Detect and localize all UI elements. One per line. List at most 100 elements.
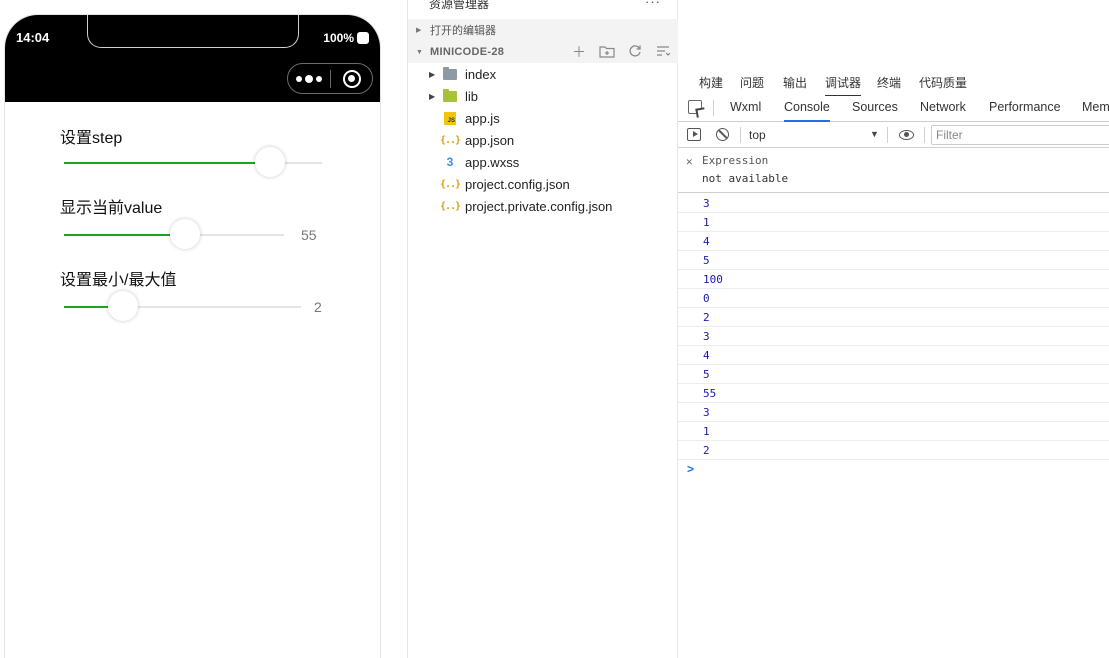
panel-tab[interactable]: 终端 [877,74,901,96]
tree-item-label: app.js [465,110,500,126]
console-log-row: 100 [678,270,1109,289]
panel-tab[interactable]: 调试器 [825,74,862,96]
tree-item-label: app.json [465,132,515,148]
panel-tab[interactable]: 构建 [699,74,723,96]
expression-value: not available [702,172,789,185]
chevron-down-icon: ▼ [416,48,423,56]
explorer-more-button[interactable]: ··· [645,0,661,9]
devtools-tab[interactable]: Mem [1082,100,1109,122]
battery-level: 100% [323,31,354,45]
console-log-row: 2 [678,441,1109,460]
slider-step[interactable] [64,147,322,177]
dot-icon [305,74,313,83]
clear-console-icon[interactable] [716,128,729,141]
new-file-button[interactable]: ＋ [570,44,588,60]
collapse-all-button[interactable] [654,44,672,60]
show-sidebar-icon[interactable] [687,128,701,141]
phone-status-bar: 14:04 100% [5,15,380,102]
toolbar-divider [924,127,925,143]
console-filter-input[interactable] [931,125,1109,145]
tree-item[interactable]: 3 app.wxss [408,151,678,173]
json-file-icon: {..} [439,134,461,146]
live-expression: ✕ Expression not available [678,149,1109,193]
mini-program-capsule [287,63,373,94]
console-log-value: 0 [703,292,710,305]
caret-down-icon[interactable]: ▼ [870,129,879,139]
status-battery: 100% [323,31,369,45]
project-toolbar: ＋ [570,44,672,60]
js-file-icon: JS [443,111,457,125]
slider-minmax-label: 2 [314,299,322,315]
console-log-row: 2 [678,308,1109,327]
console-log-value: 1 [703,216,710,229]
tree-item-label: index [465,66,497,82]
devtools-tab[interactable]: Network [920,100,966,122]
tree-item[interactable]: JS app.js [408,107,678,129]
refresh-icon [629,45,641,57]
slider-minmax[interactable] [64,291,301,321]
context-selector[interactable]: top [749,128,766,142]
refresh-button[interactable] [626,44,644,60]
panel-tab[interactable]: 代码质量 [919,74,967,96]
eye-icon[interactable] [899,130,914,140]
panel-tab[interactable]: 问题 [740,74,764,96]
explorer-title: 资源管理器 [429,0,490,11]
slider-show-value[interactable] [64,219,284,249]
console-log-value: 2 [703,311,710,324]
console-log-value: 4 [703,349,710,362]
tree-item[interactable]: {..} project.config.json [408,173,678,195]
tree-item-label: lib [465,88,479,104]
console-prompt[interactable]: > [687,462,694,476]
tree-item-label: app.wxss [465,154,520,170]
tree-item[interactable]: {..} app.json [408,129,678,151]
panel-tab[interactable]: 输出 [783,74,807,96]
css-file-icon: 3 [446,155,454,169]
console-log-row: 1 [678,422,1109,441]
slider-show-value-label: 55 [301,227,317,243]
section-project-label: MINICODE-28 [430,46,505,58]
console-log-row: 4 [678,346,1109,365]
devtools-tab[interactable]: Console [784,100,830,122]
tree-item[interactable]: ▶ lib [408,85,678,107]
close-icon[interactable]: ✕ [686,155,693,168]
console-log-value: 5 [703,254,710,267]
console-log-value: 3 [703,330,710,343]
console-log-row: 3 [678,403,1109,422]
chevron-right-icon: ▶ [429,69,436,79]
debugger-panel: 构建 问题 输出 调试器 终端 代码质量 Wxml Console Sources Networ… [678,0,1109,658]
expression-label: Expression [702,154,769,167]
inspect-element-icon[interactable] [688,100,702,114]
close-mini-program-button[interactable] [331,69,372,88]
chevron-right-icon: ▶ [416,27,422,34]
console-log-row: 3 [678,327,1109,346]
console-log-row: 0 [678,289,1109,308]
json-file-icon: {..} [439,178,461,190]
devtools-tab[interactable]: Wxml [730,100,761,122]
folder-icon [443,66,457,81]
section-open-editors[interactable]: ▶ 打开的编辑器 [408,19,678,41]
plus-icon: ＋ [572,44,586,60]
section-open-editors-label: 打开的编辑器 [430,25,496,37]
console-log-value: 4 [703,235,710,248]
devtools-tabbar: Wxml Console Sources Network Performance Mem [678,96,1109,122]
more-menu-button[interactable] [288,64,330,93]
slider-show-value-thumb[interactable] [170,219,200,249]
slider-value-title: 显示当前value [60,200,163,217]
slider-minmax-thumb[interactable] [108,291,138,321]
console-log-value: 3 [703,406,710,419]
devtools-tab[interactable]: Performance [989,100,1061,122]
console-log-value: 3 [703,197,710,210]
slider-step-title: 设置step [60,130,123,147]
status-time: 14:04 [16,30,50,45]
dot-icon [316,75,322,82]
tree-item[interactable]: ▶ index [408,63,678,85]
slider-step-thumb[interactable] [255,147,285,177]
phone-simulator: 14:04 100% 设置step 显示当前value 55 设置最小/最大值 [4,14,381,658]
console-log-value: 100 [703,273,723,286]
toolbar-divider [887,127,888,143]
section-project[interactable]: ▼ MINICODE-28 ＋ [408,41,678,63]
console-log-row: 55 [678,384,1109,403]
new-folder-button[interactable] [598,44,616,60]
devtools-tab[interactable]: Sources [852,100,898,122]
tree-item[interactable]: {..} project.private.config.json [408,195,678,217]
